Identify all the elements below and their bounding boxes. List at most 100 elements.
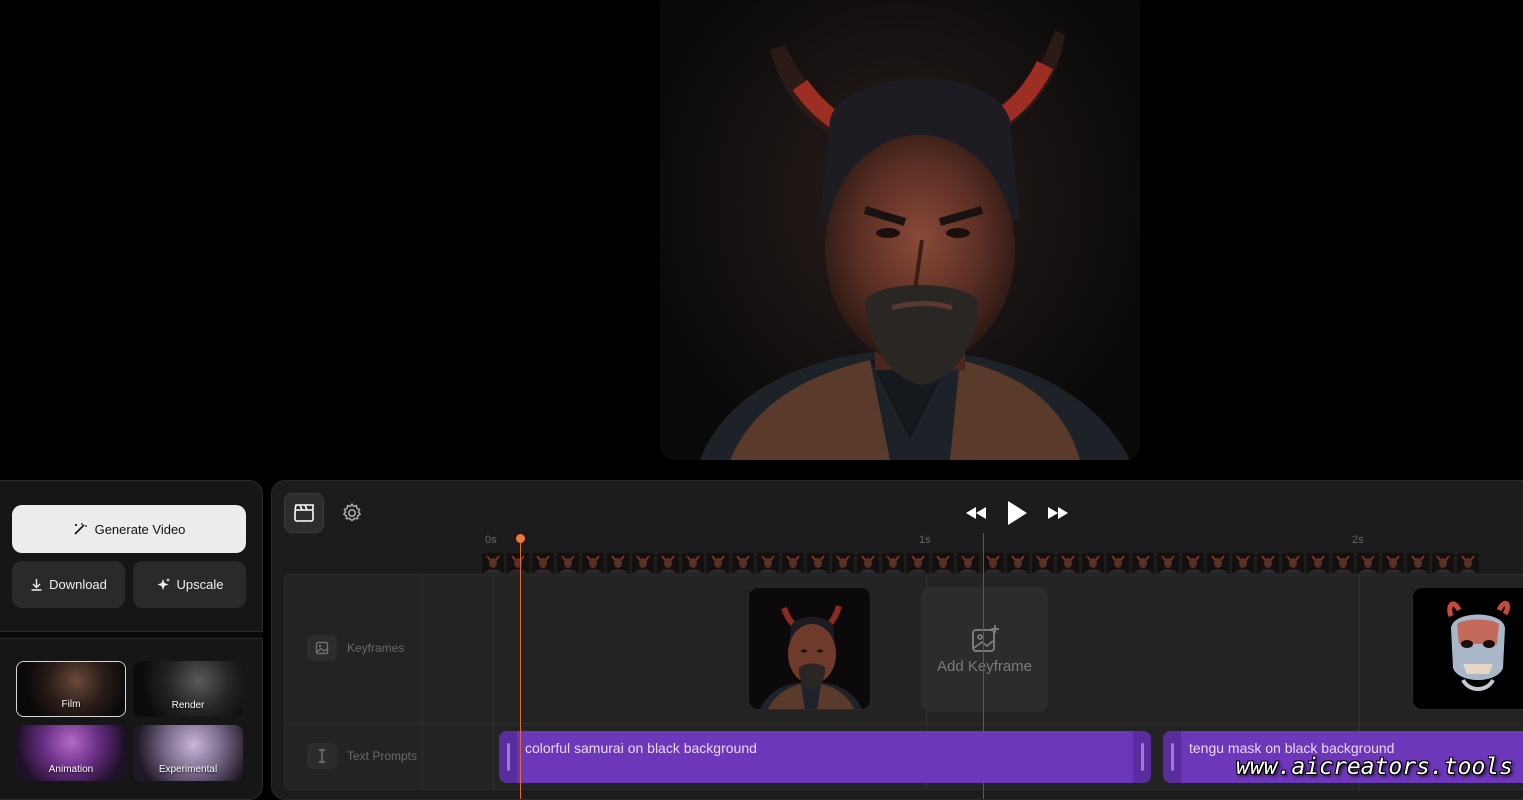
text-prompts-track-label: Text Prompts [307, 743, 417, 769]
track-separator [285, 723, 1523, 724]
tengu-mask-keyframe-image [1413, 588, 1523, 709]
frame-thumbnail [1157, 553, 1179, 573]
frame-thumbnail [907, 553, 929, 573]
frame-thumbnail [1032, 553, 1054, 573]
frame-thumbnail [482, 553, 504, 573]
frame-thumbnail [857, 553, 879, 573]
prompt-clip-end-handle[interactable] [1133, 731, 1151, 783]
add-image-icon [971, 625, 999, 652]
settings-button[interactable] [332, 493, 372, 533]
keyframe-thumbnail[interactable] [1412, 587, 1523, 710]
controls-panel: Generate Video Download Upscale Film Ren… [0, 480, 263, 800]
style-animation-label: Animation [48, 764, 94, 775]
sparkle-icon [157, 578, 170, 590]
style-render-label: Render [171, 700, 205, 711]
ruler-label-2s: 2s [1352, 534, 1364, 546]
prompt-clip-text: colorful samurai on black background [525, 740, 757, 756]
frame-thumbnail [607, 553, 629, 573]
frame-thumbnail [582, 553, 604, 573]
style-film-label: Film [61, 699, 81, 710]
fast-forward-button[interactable] [1044, 495, 1072, 531]
frame-thumbnail [1382, 553, 1404, 573]
fast-forward-icon [1048, 507, 1068, 519]
grid-line [493, 575, 494, 789]
generate-video-button[interactable]: Generate Video [12, 505, 246, 553]
prompt-clip[interactable]: colorful samurai on black background [499, 731, 1151, 783]
download-button[interactable]: Download [12, 561, 125, 608]
playhead-line[interactable] [520, 538, 521, 799]
generate-video-label: Generate Video [94, 521, 186, 537]
frame-thumbnail [557, 553, 579, 573]
frame-thumbnail [1007, 553, 1029, 573]
clapperboard-button[interactable] [284, 493, 324, 533]
ruler-label-0s: 0s [485, 534, 497, 546]
frame-thumbnail [657, 553, 679, 573]
keyframe-thumbnail[interactable] [748, 587, 871, 710]
frame-thumbnail [682, 553, 704, 573]
prompt-clip-start-handle[interactable] [499, 731, 517, 783]
keyframes-track-label: Keyframes [307, 635, 404, 661]
frame-thumbnail [807, 553, 829, 573]
style-experimental[interactable]: Experimental [133, 725, 243, 781]
frame-thumbnail [507, 553, 529, 573]
text-prompts-label: Text Prompts [347, 749, 418, 763]
hover-cursor-line [983, 533, 984, 799]
frame-thumbnail [1057, 553, 1079, 573]
clapperboard-icon [294, 504, 314, 522]
watermark: www.aicreators.tools [1236, 754, 1513, 780]
frame-thumbnail [1457, 553, 1479, 573]
frame-thumbnail [1232, 553, 1254, 573]
frame-thumbnail [882, 553, 904, 573]
rewind-icon [966, 507, 986, 519]
image-icon [307, 635, 337, 661]
upscale-button[interactable]: Upscale [133, 561, 246, 608]
frame-thumbnail [1182, 553, 1204, 573]
frame-thumbnail [1107, 553, 1129, 573]
style-render[interactable]: Render [133, 661, 243, 717]
rewind-button[interactable] [962, 495, 990, 531]
frame-thumbnail [757, 553, 779, 573]
style-film[interactable]: Film [16, 661, 126, 717]
text-cursor-icon [307, 743, 337, 769]
keyframes-label: Keyframes [347, 641, 405, 655]
style-experimental-label: Experimental [158, 764, 218, 775]
gear-icon [343, 503, 361, 522]
samurai-portrait-image [700, 30, 1130, 460]
wand-icon [74, 523, 87, 535]
frame-thumbnail [782, 553, 804, 573]
frame-thumbnail [932, 553, 954, 573]
frame-thumbnail [832, 553, 854, 573]
upscale-label: Upscale [176, 577, 224, 592]
frame-thumbnail [1357, 553, 1379, 573]
style-animation[interactable]: Animation [16, 725, 126, 781]
frame-thumbnail [982, 553, 1004, 573]
playhead-handle[interactable] [516, 534, 525, 543]
frame-thumbnail [632, 553, 654, 573]
frame-thumbnail [532, 553, 554, 573]
frame-thumbnail [1307, 553, 1329, 573]
frame-thumbnail [1282, 553, 1304, 573]
download-label: Download [49, 577, 107, 592]
play-button[interactable] [1002, 495, 1032, 531]
video-preview [660, 0, 1140, 460]
add-keyframe-label: Add Keyframe [936, 658, 1033, 675]
frame-thumbnail [1132, 553, 1154, 573]
frame-thumbnail [1082, 553, 1104, 573]
frame-thumbnail [1257, 553, 1279, 573]
frame-thumbnail [732, 553, 754, 573]
prompt-clip-start-handle[interactable] [1163, 731, 1181, 783]
panel-divider [0, 631, 263, 639]
frame-thumbnail [1432, 553, 1454, 573]
frame-thumbnail [707, 553, 729, 573]
frame-thumbnail [1407, 553, 1429, 573]
frame-thumbnail [957, 553, 979, 573]
ruler-label-1s: 1s [919, 534, 931, 546]
frame-thumbnail [1207, 553, 1229, 573]
frame-thumbnail-strip[interactable] [482, 553, 1523, 573]
play-icon [1008, 501, 1027, 525]
download-icon [31, 579, 42, 591]
timeline-panel: 0s 1s 2s Keyframes Text Prompts Add Keyf… [271, 480, 1523, 800]
samurai-keyframe-image [749, 588, 870, 709]
add-keyframe-button[interactable]: Add Keyframe [921, 587, 1048, 712]
frame-thumbnail [1332, 553, 1354, 573]
